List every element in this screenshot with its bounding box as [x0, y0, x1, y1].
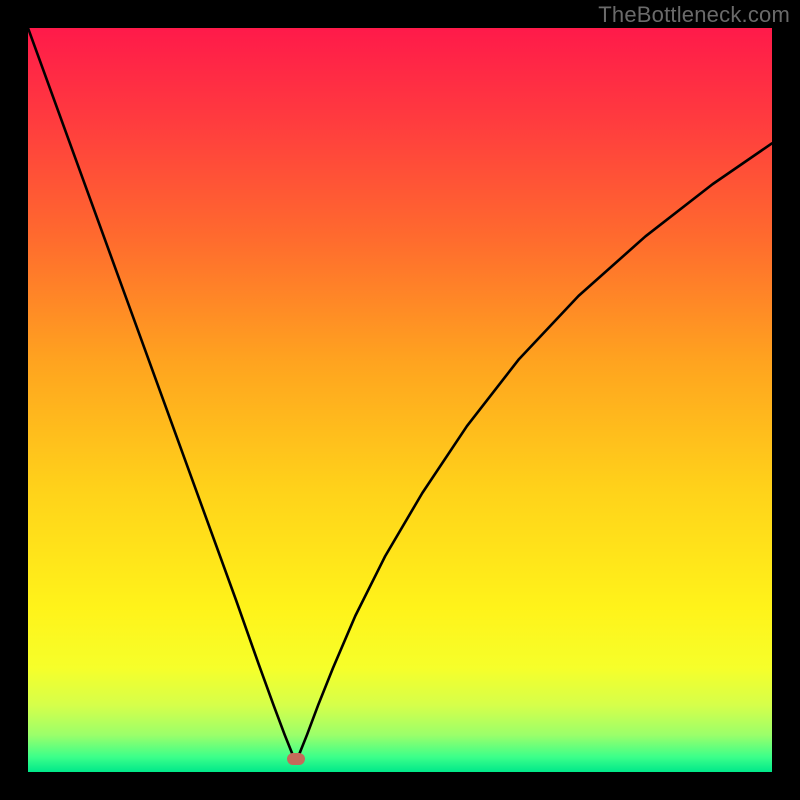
- plot-area: [28, 28, 772, 772]
- watermark-label: TheBottleneck.com: [598, 2, 790, 28]
- bottleneck-curve: [28, 28, 772, 772]
- chart-stage: TheBottleneck.com: [0, 0, 800, 800]
- optimal-point-marker: [287, 753, 305, 765]
